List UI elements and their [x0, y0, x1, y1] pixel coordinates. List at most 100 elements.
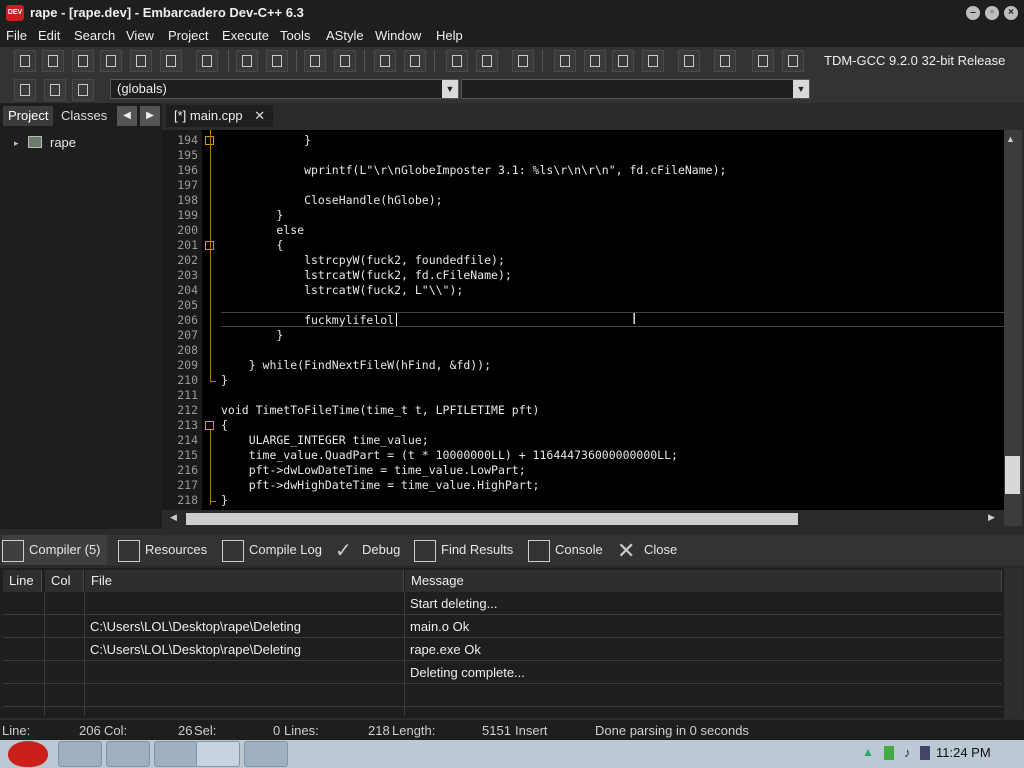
- menu-search[interactable]: Search: [74, 28, 115, 43]
- close-all-icon[interactable]: [160, 50, 182, 72]
- tab-classes[interactable]: Classes: [56, 106, 112, 126]
- table-row[interactable]: C:\Users\LOL\Desktop\rape\Deleting rape.…: [3, 639, 1002, 661]
- menu-astyle[interactable]: AStyle: [326, 28, 364, 43]
- taskbar-devcpp-icon[interactable]: [196, 741, 240, 767]
- taskbar-notepad-icon[interactable]: [154, 741, 198, 767]
- menu-view[interactable]: View: [126, 28, 154, 43]
- table-row[interactable]: C:\Users\LOL\Desktop\rape\Deleting main.…: [3, 616, 1002, 638]
- code-line: }: [221, 493, 228, 507]
- print-icon[interactable]: [196, 50, 218, 72]
- project-options-icon[interactable]: [512, 50, 534, 72]
- line-number: 205: [177, 298, 198, 312]
- scope-combo-value: (globals): [117, 81, 167, 96]
- open-icon[interactable]: [42, 50, 64, 72]
- tab-console[interactable]: Console: [528, 535, 603, 565]
- bookmark-icon[interactable]: [44, 79, 66, 101]
- tab-compile-log[interactable]: Compile Log: [222, 535, 322, 565]
- scope-combo[interactable]: (globals) ▼: [110, 79, 459, 99]
- taskbar-explorer-icon[interactable]: [58, 741, 102, 767]
- check-syntax-icon[interactable]: [678, 50, 700, 72]
- delete-profile-icon[interactable]: [782, 50, 804, 72]
- taskbar-chrome-icon[interactable]: [106, 741, 150, 767]
- replace-icon[interactable]: [266, 50, 288, 72]
- fold-toggle-icon[interactable]: [205, 421, 214, 430]
- new-file-icon[interactable]: [14, 50, 36, 72]
- close-window-icon[interactable]: ×: [1004, 6, 1018, 20]
- table-row[interactable]: Deleting complete...: [3, 662, 1002, 684]
- menu-help[interactable]: Help: [436, 28, 463, 43]
- expand-icon[interactable]: ▸: [14, 138, 19, 149]
- menu-project[interactable]: Project: [168, 28, 208, 43]
- chevron-left-icon[interactable]: ◀: [117, 106, 137, 126]
- goto-icon[interactable]: [14, 79, 36, 101]
- profile-icon[interactable]: [752, 50, 774, 72]
- close-tab-icon[interactable]: ✕: [254, 108, 265, 123]
- tab-main-cpp[interactable]: [*] main.cpp ✕: [166, 105, 274, 127]
- compiler-select[interactable]: TDM-GCC 9.2.0 32-bit Release: [818, 51, 1024, 71]
- line-number: 203: [177, 268, 198, 282]
- menu-file[interactable]: File: [6, 28, 27, 43]
- tab-find-results[interactable]: Find Results: [414, 535, 513, 565]
- code-editor[interactable]: 194 } 195 196 wprintf(L"\r\nGlobeImposter …: [162, 130, 1004, 510]
- chevron-down-icon[interactable]: ▼: [793, 80, 809, 98]
- vertical-scroll-thumb[interactable]: [1005, 456, 1020, 494]
- find-icon[interactable]: [236, 50, 258, 72]
- menu-tools[interactable]: Tools: [280, 28, 310, 43]
- tab-compile-log-label: Compile Log: [249, 542, 322, 557]
- bookmarks-icon[interactable]: [72, 79, 94, 101]
- tab-close[interactable]: ✕ Close: [617, 535, 677, 565]
- save-icon[interactable]: [72, 50, 94, 72]
- scroll-up-icon[interactable]: ▲: [1006, 134, 1015, 144]
- column-header-file[interactable]: File: [85, 570, 404, 592]
- tab-resources[interactable]: Resources: [118, 535, 207, 565]
- indent-icon[interactable]: [304, 50, 326, 72]
- tab-debug[interactable]: ✓ Debug: [335, 535, 400, 565]
- clock[interactable]: 11:24 PM: [936, 745, 991, 760]
- column-header-line[interactable]: Line: [3, 570, 42, 592]
- tab-compiler[interactable]: Compiler (5): [2, 535, 107, 565]
- scroll-left-icon[interactable]: ◀: [170, 512, 177, 523]
- redo-icon[interactable]: [404, 50, 426, 72]
- line-number: 207: [177, 328, 198, 342]
- horizontal-scroll-thumb[interactable]: [186, 513, 798, 525]
- menu-window[interactable]: Window: [375, 28, 421, 43]
- menu-edit[interactable]: Edit: [38, 28, 60, 43]
- stop-icon[interactable]: [714, 50, 736, 72]
- chevron-right-icon[interactable]: ▶: [140, 106, 160, 126]
- chevron-down-icon[interactable]: ▼: [442, 80, 458, 98]
- member-combo[interactable]: ▼: [461, 79, 810, 99]
- close-icon: ✕: [617, 537, 636, 563]
- results-scrollbar[interactable]: [1004, 568, 1022, 718]
- line-number: 206: [177, 313, 198, 327]
- compile-icon[interactable]: [554, 50, 576, 72]
- battery-icon[interactable]: [884, 746, 894, 760]
- minimize-icon[interactable]: –: [966, 6, 980, 20]
- code-line: pft->dwLowDateTime = time_value.LowPart;: [221, 463, 526, 477]
- column-header-col[interactable]: Col: [45, 570, 84, 592]
- undo-icon[interactable]: [374, 50, 396, 72]
- rebuild-icon[interactable]: [642, 50, 664, 72]
- column-header-message[interactable]: Message: [405, 570, 1002, 592]
- start-button-icon[interactable]: [8, 741, 48, 767]
- add-to-project-icon[interactable]: [446, 50, 468, 72]
- scroll-right-icon[interactable]: ▶: [988, 512, 995, 523]
- close-file-icon[interactable]: [130, 50, 152, 72]
- text-caret: [396, 313, 397, 326]
- tab-project[interactable]: Project: [3, 106, 54, 126]
- table-row[interactable]: [3, 685, 1002, 707]
- unindent-icon[interactable]: [334, 50, 356, 72]
- run-icon[interactable]: [584, 50, 606, 72]
- line-number: 195: [177, 148, 198, 162]
- taskbar-app-icon[interactable]: [244, 741, 288, 767]
- status-length-label: Length:: [392, 723, 436, 738]
- save-all-icon[interactable]: [100, 50, 122, 72]
- table-row[interactable]: Start deleting...: [3, 593, 1002, 615]
- remove-from-project-icon[interactable]: [476, 50, 498, 72]
- volume-icon[interactable]: ♪: [904, 745, 911, 760]
- menu-execute[interactable]: Execute: [222, 28, 269, 43]
- network-icon[interactable]: [920, 746, 930, 760]
- code-line: {: [221, 238, 284, 252]
- compile-run-icon[interactable]: [612, 50, 634, 72]
- restore-icon[interactable]: ▫: [985, 6, 999, 20]
- tray-icon[interactable]: ▲: [862, 745, 874, 759]
